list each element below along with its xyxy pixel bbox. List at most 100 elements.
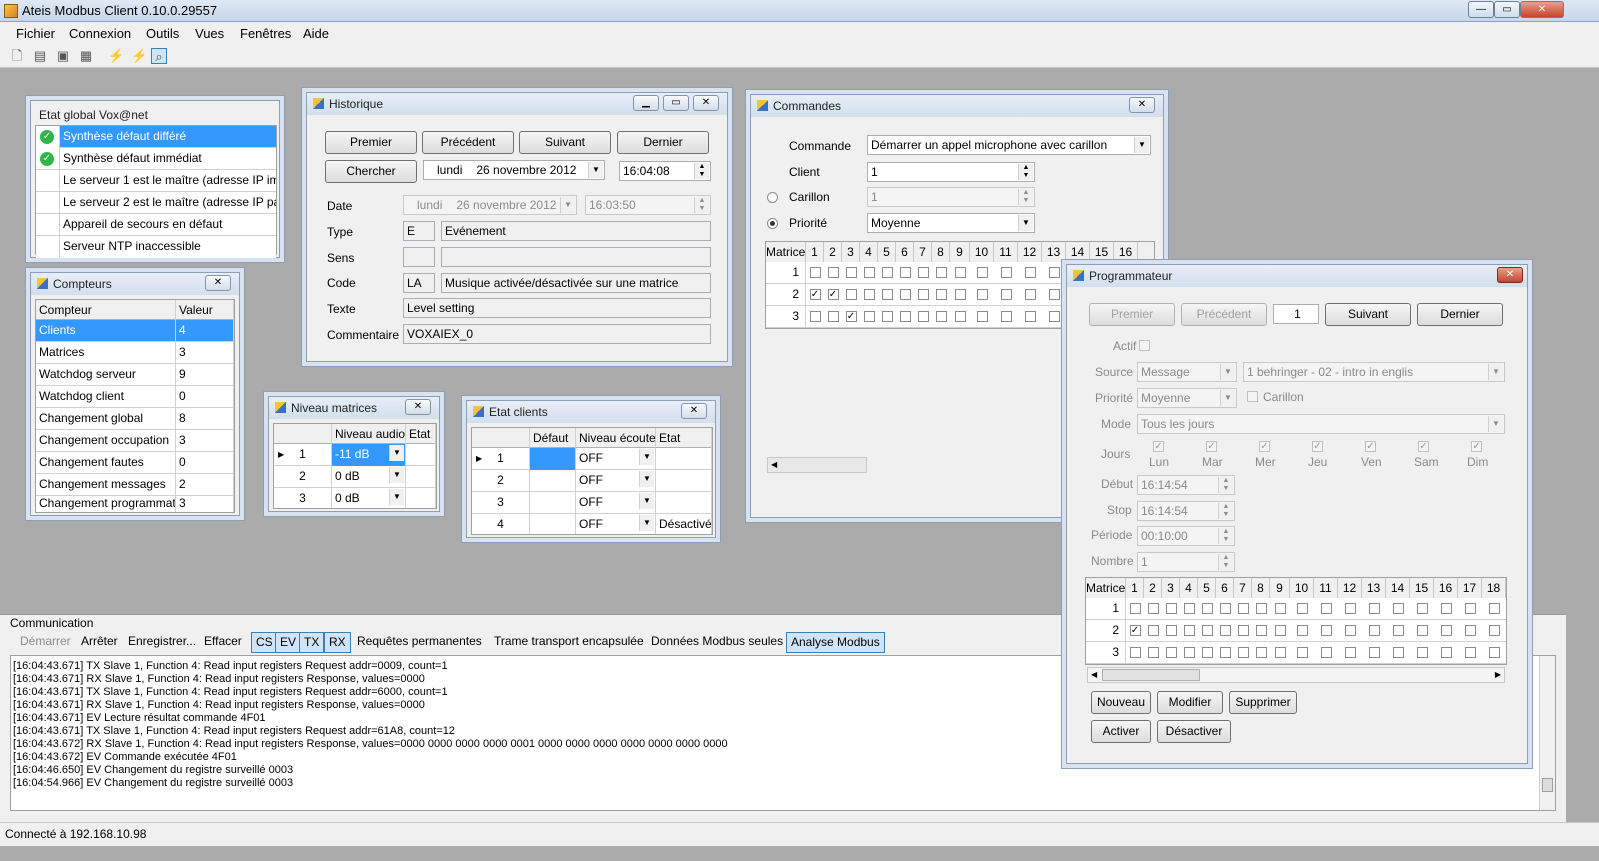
matrix-checkbox[interactable] [1392, 625, 1404, 636]
list-item[interactable]: ✓ Synthèse défaut différé [36, 126, 276, 148]
priorite-select[interactable]: Moyenne ▼ [867, 213, 1035, 233]
index-field[interactable]: 1 [1273, 304, 1319, 324]
matrix-checkbox[interactable] [1183, 647, 1195, 658]
day-checkbox[interactable]: ✓ [1259, 441, 1270, 452]
matrix-checkbox[interactable]: ✓ [845, 311, 857, 322]
niveau-select[interactable]: 0 dB ▼ [332, 466, 406, 488]
nouveau-button[interactable]: Nouveau [1091, 691, 1151, 714]
ecoute-select[interactable]: OFF ▼ [576, 514, 656, 534]
matrix-checkbox[interactable] [881, 311, 893, 322]
horizontal-scrollbar[interactable]: ◀ [767, 457, 867, 473]
table-row[interactable]: Changement messages 2 [36, 474, 234, 496]
table-row[interactable]: Changement fautes 0 [36, 452, 234, 474]
matrix-checkbox[interactable] [1320, 603, 1332, 614]
matrix-checkbox[interactable] [1416, 603, 1428, 614]
matrix-checkbox[interactable] [1201, 647, 1213, 658]
niveau-select[interactable]: 0 dB ▼ [332, 488, 406, 508]
vertical-scrollbar[interactable] [1539, 656, 1555, 810]
close-icon[interactable]: ✕ [1129, 97, 1155, 113]
matrix-checkbox[interactable] [1344, 603, 1356, 614]
matrix-checkbox[interactable] [1024, 311, 1036, 322]
table-row[interactable]: 2 0 dB ▼ [274, 466, 436, 488]
ev-toggle[interactable]: EV [275, 632, 302, 653]
search-time-picker[interactable]: 16:04:08 ▲ ▼ [619, 161, 711, 181]
table-row[interactable]: Matrices 3 [36, 342, 234, 364]
connect-icon[interactable]: ⚡ [131, 48, 147, 64]
close-icon[interactable]: ✕ [205, 275, 231, 291]
matrix-checkbox[interactable] [1129, 647, 1141, 658]
periode-field[interactable]: 00:10:00 ▲ ▼ [1137, 526, 1235, 546]
matrix-checkbox[interactable]: ✓ [827, 289, 839, 300]
cs-toggle[interactable]: CS [251, 632, 278, 653]
matrix-checkbox[interactable] [1183, 603, 1195, 614]
mode-select[interactable]: Tous les jours ▼ [1137, 414, 1505, 434]
matrix-checkbox[interactable] [1201, 625, 1213, 636]
matrix-checkbox[interactable] [917, 289, 929, 300]
priorite-radio[interactable] [767, 218, 778, 229]
menu-fichier[interactable]: Fichier [16, 26, 55, 41]
matrix-checkbox[interactable] [1296, 603, 1308, 614]
matrix-checkbox[interactable] [1392, 603, 1404, 614]
matrix-checkbox[interactable] [1464, 603, 1476, 614]
menu-outils[interactable]: Outils [146, 26, 179, 41]
matrix-checkbox[interactable] [1440, 647, 1452, 658]
matrix-checkbox[interactable] [1255, 603, 1267, 614]
open-folder-icon[interactable]: ▤ [32, 48, 48, 64]
table-row[interactable]: ▶ 1 OFF ▼ [472, 448, 712, 470]
matrix-checkbox[interactable] [976, 267, 988, 278]
matrix-checkbox[interactable] [935, 267, 947, 278]
list-item[interactable]: ✓ Synthèse défaut immédiat [36, 148, 276, 170]
chercher-button[interactable]: Chercher [325, 160, 417, 183]
suivant-button[interactable]: Suivant [519, 131, 611, 154]
matrix-checkbox[interactable] [1255, 647, 1267, 658]
matrix-checkbox[interactable] [1274, 603, 1286, 614]
matrix-checkbox[interactable]: ✓ [1129, 625, 1141, 636]
scrollbar-thumb[interactable] [1102, 669, 1200, 681]
day-checkbox[interactable]: ✓ [1153, 441, 1164, 452]
matrix-checkbox[interactable] [954, 289, 966, 300]
matrix-checkbox[interactable] [1024, 267, 1036, 278]
actif-checkbox[interactable] [1139, 340, 1150, 351]
ecoute-select[interactable]: OFF ▼ [576, 448, 656, 470]
day-checkbox[interactable]: ✓ [1418, 441, 1429, 452]
matrix-checkbox[interactable] [1368, 625, 1380, 636]
matrix-checkbox[interactable] [1129, 603, 1141, 614]
table-row[interactable]: 2 OFF ▼ [472, 470, 712, 492]
matrix-checkbox[interactable] [917, 311, 929, 322]
save-as-icon[interactable]: ▦ [78, 48, 94, 64]
close-icon[interactable]: ✕ [405, 399, 431, 415]
matrix-checkbox[interactable] [899, 289, 911, 300]
matrix-checkbox[interactable] [976, 289, 988, 300]
supprimer-button[interactable]: Supprimer [1229, 691, 1297, 714]
effacer-button[interactable]: Effacer [204, 632, 242, 653]
table-row[interactable]: Clients 4 [36, 320, 234, 342]
table-row[interactable]: 3 0 dB ▼ [274, 488, 436, 508]
matrix-checkbox[interactable] [1219, 603, 1231, 614]
matrix-checkbox[interactable] [917, 267, 929, 278]
matrix-checkbox[interactable] [1416, 647, 1428, 658]
matrix-checkbox[interactable] [863, 267, 875, 278]
menu-connexion[interactable]: Connexion [69, 26, 131, 41]
requetes-permanentes-button[interactable]: Requêtes permanentes [357, 632, 482, 653]
matrix-checkbox[interactable] [899, 267, 911, 278]
matrix-checkbox[interactable] [1000, 267, 1012, 278]
matrix-checkbox[interactable] [845, 289, 857, 300]
search-date-picker[interactable]: lundi 26 novembre 2012 ▼ [423, 160, 605, 180]
maximize-icon[interactable]: ▭ [663, 95, 689, 111]
donnees-modbus-button[interactable]: Données Modbus seules [651, 632, 783, 653]
desactiver-button[interactable]: Désactiver [1157, 720, 1231, 743]
list-item[interactable]: Serveur NTP inaccessible [36, 236, 276, 258]
matrix-checkbox[interactable] [1344, 647, 1356, 658]
table-row[interactable]: Watchdog client 0 [36, 386, 234, 408]
matrix-checkbox[interactable] [1296, 647, 1308, 658]
day-checkbox[interactable]: ✓ [1471, 441, 1482, 452]
suivant-button[interactable]: Suivant [1325, 303, 1411, 326]
list-item[interactable]: Appareil de secours en défaut [36, 214, 276, 236]
search-icon[interactable]: ⌕ [151, 48, 167, 64]
carillon-checkbox[interactable] [1247, 391, 1258, 402]
precedent-button[interactable]: Précédent [1181, 303, 1267, 326]
close-button[interactable]: ✕ [1520, 1, 1564, 18]
table-row[interactable]: Changement occupation 3 [36, 430, 234, 452]
dernier-button[interactable]: Dernier [617, 131, 709, 154]
close-icon[interactable]: ✕ [693, 95, 719, 111]
